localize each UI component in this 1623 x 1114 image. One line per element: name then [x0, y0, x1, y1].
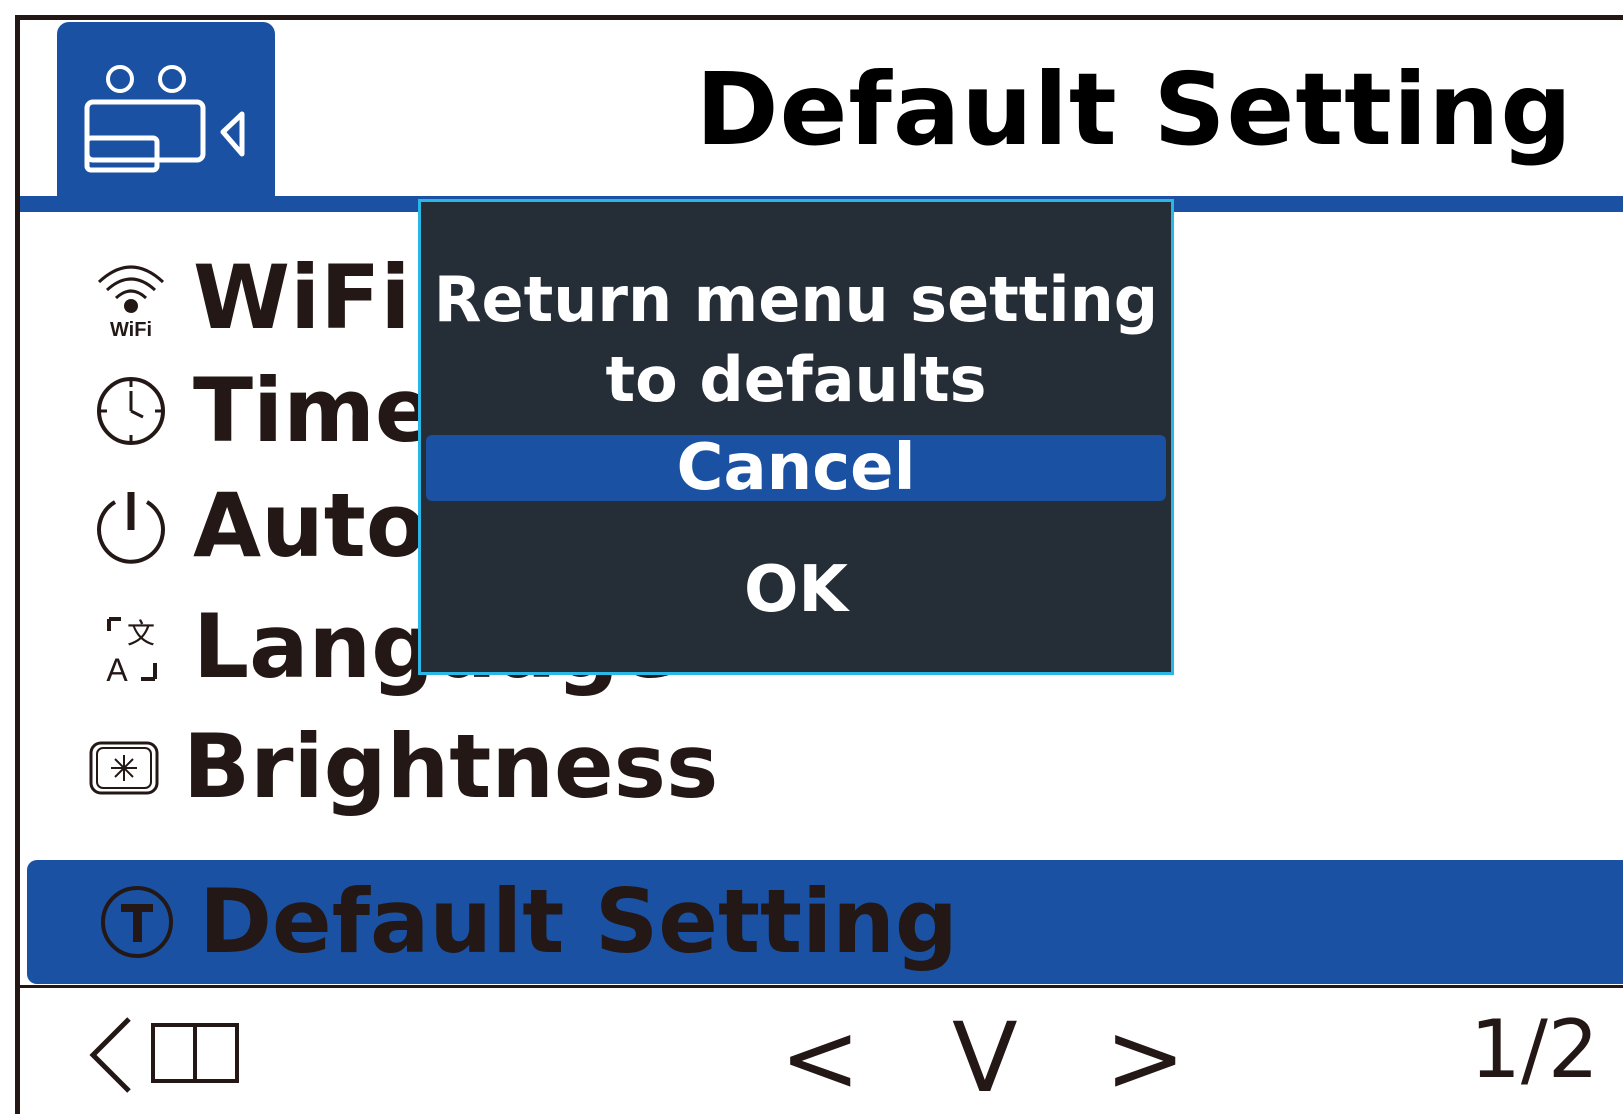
- page-indicator: 1/2: [1470, 1003, 1599, 1096]
- frame-left-border: [15, 15, 20, 1114]
- svg-text:A: A: [106, 652, 128, 688]
- menu-item-default-setting[interactable]: Default Setting: [27, 860, 1623, 984]
- language-icon: 文 A: [85, 601, 177, 693]
- next-button[interactable]: >: [1105, 1010, 1185, 1106]
- prev-button[interactable]: <: [780, 1010, 860, 1106]
- svg-text:文: 文: [127, 617, 155, 650]
- ok-button[interactable]: OK: [426, 557, 1166, 623]
- menu-item-auto[interactable]: Auto: [85, 471, 426, 581]
- menu-item-label: Auto: [193, 474, 427, 577]
- menu-item-wifi[interactable]: WiFi WiFi: [85, 243, 411, 353]
- brightness-icon: [75, 721, 167, 813]
- reset-icon: [91, 876, 183, 968]
- confirm-dialog: Return menu setting to defaults Cancel O…: [418, 199, 1174, 675]
- mode-tab[interactable]: [57, 22, 275, 200]
- page-title: Default Setting: [695, 51, 1573, 168]
- menu-item-label: Default Setting: [199, 870, 958, 973]
- menu-item-label: Time: [193, 359, 435, 462]
- menu-item-label: Brightness: [183, 715, 719, 818]
- camera-car-icon: [84, 65, 245, 173]
- dialog-message-line2: to defaults: [605, 343, 987, 416]
- svg-text:WiFi: WiFi: [110, 319, 152, 341]
- clock-icon: [85, 365, 177, 457]
- dialog-message: Return menu setting to defaults: [421, 260, 1171, 420]
- back-icon[interactable]: [85, 1015, 245, 1108]
- footer-divider: [20, 985, 1623, 988]
- wifi-icon: WiFi: [85, 252, 177, 344]
- frame-top-border: [17, 15, 1623, 20]
- menu-item-time[interactable]: Time: [85, 356, 435, 466]
- cancel-button[interactable]: Cancel: [426, 435, 1166, 501]
- menu-item-label: WiFi: [193, 246, 411, 349]
- menu-item-brightness[interactable]: Brightness: [75, 712, 718, 822]
- confirm-button[interactable]: V: [952, 1010, 1018, 1106]
- dialog-message-line1: Return menu setting: [433, 263, 1159, 336]
- power-icon: [85, 480, 177, 572]
